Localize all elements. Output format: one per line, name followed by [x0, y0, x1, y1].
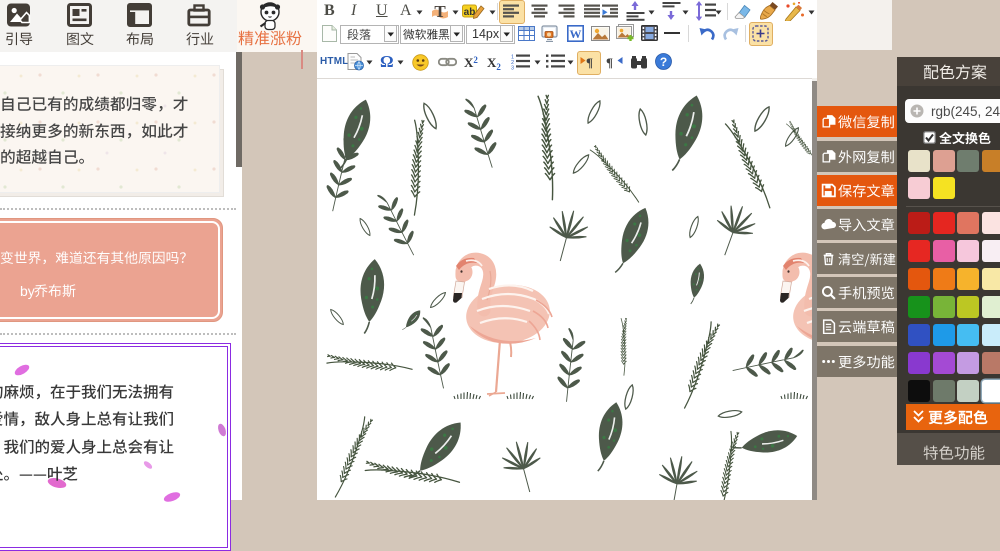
svg-text:W: W [570, 27, 582, 41]
svg-text:¶: ¶ [606, 55, 613, 70]
svg-text:?: ? [660, 55, 667, 69]
svg-text:T: T [434, 2, 446, 20]
svg-text:3: 3 [511, 65, 514, 70]
svg-text:¶: ¶ [586, 55, 593, 70]
